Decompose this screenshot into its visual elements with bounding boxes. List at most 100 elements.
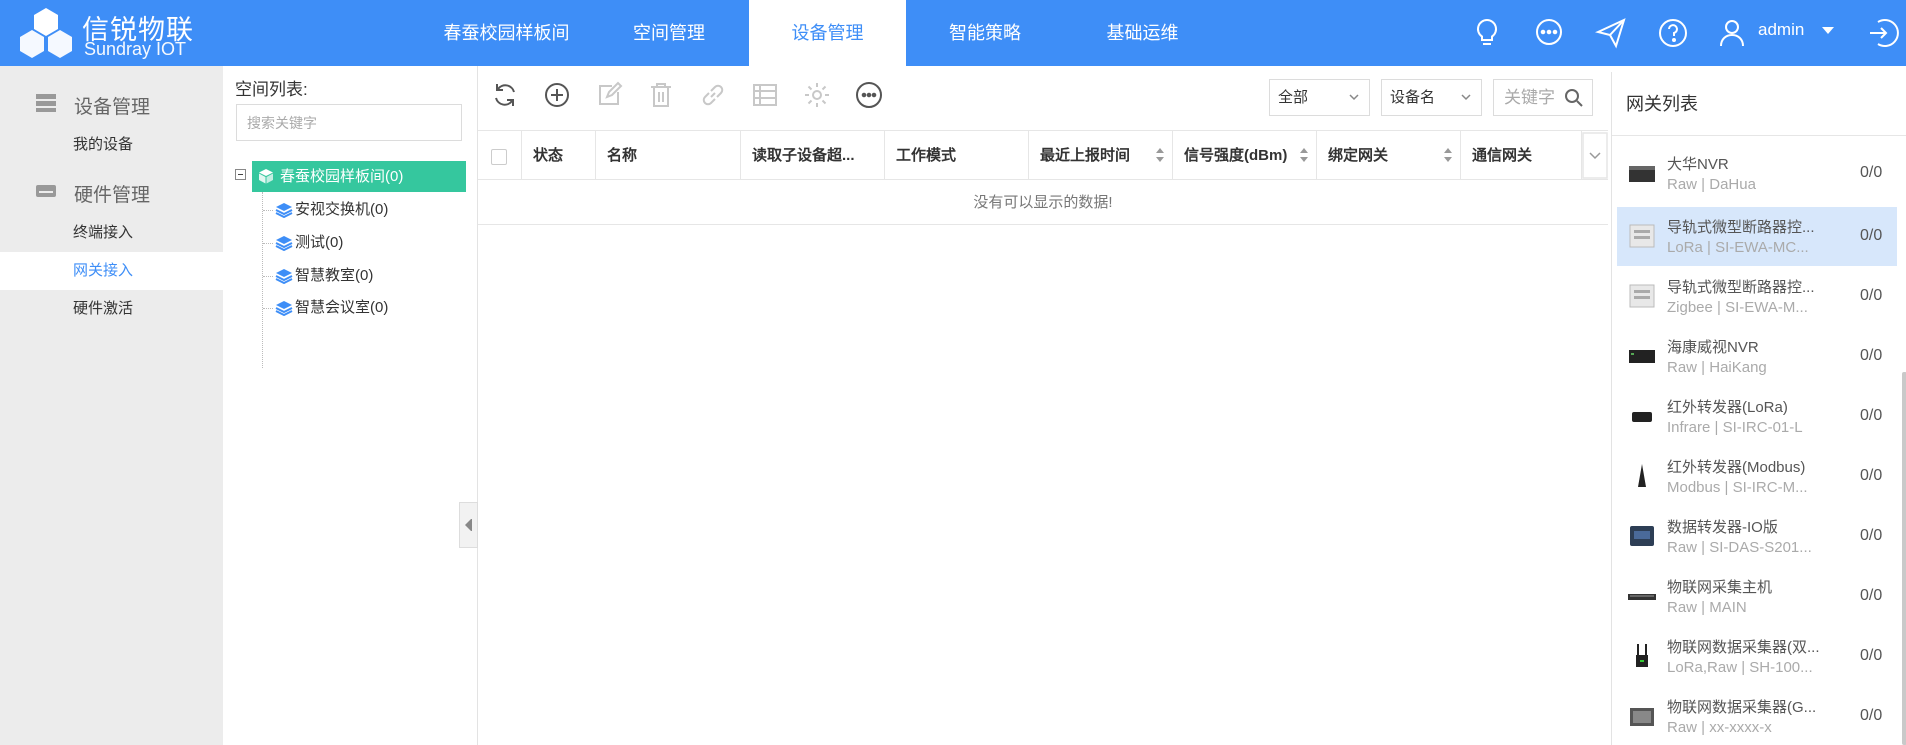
send-icon[interactable]: [1594, 16, 1628, 50]
gateway-name: 红外转发器(LoRa): [1667, 399, 1788, 416]
gateway-list-item[interactable]: 物联网数据采集器(G... Raw | xx-xxxx-x 0/0: [1617, 687, 1897, 745]
gateway-count: 0/0: [1860, 647, 1883, 664]
settings-gear-icon[interactable]: [802, 80, 832, 110]
column-header-bound-gateway[interactable]: 绑定网关: [1317, 131, 1461, 180]
sort-icon: [1300, 148, 1308, 162]
tree-node-child[interactable]: 安视交换机(0): [263, 196, 388, 224]
gateway-subtitle: LoRa,Raw | SH-100...: [1667, 659, 1813, 676]
delete-icon[interactable]: [646, 80, 676, 110]
search-icon[interactable]: [1564, 88, 1584, 108]
nav-tab-smart-strategy[interactable]: 智能策略: [906, 0, 1064, 66]
nav-tab-device-management[interactable]: 设备管理: [749, 0, 906, 66]
column-header-signal[interactable]: 信号强度(dBm): [1173, 131, 1317, 180]
gateway-subtitle: Raw | MAIN: [1667, 599, 1747, 616]
scope-filter-select[interactable]: 全部: [1269, 79, 1370, 116]
nvr-device-icon: [1629, 166, 1655, 182]
refresh-icon[interactable]: [490, 80, 520, 110]
column-header-name[interactable]: 名称: [596, 131, 741, 180]
chat-icon[interactable]: [1532, 16, 1566, 50]
gateway-name: 红外转发器(Modbus): [1667, 459, 1806, 476]
gateway-name: 物联网采集主机: [1667, 579, 1773, 596]
hexagon-logo-icon: [20, 8, 72, 58]
space-search-input[interactable]: [236, 104, 462, 141]
user-icon[interactable]: [1718, 16, 1746, 50]
gateway-list-item[interactable]: 海康威视NVR Raw | HaiKang 0/0: [1617, 327, 1897, 386]
data-collector-icon: [1636, 644, 1648, 667]
gateway-list-item[interactable]: 大华NVR Raw | DaHua 0/0: [1617, 144, 1897, 203]
field-filter-value: 设备名: [1390, 89, 1436, 106]
sidebar-group-label: 设备管理: [74, 97, 151, 118]
gateway-name: 导轨式微型断路器控...: [1667, 219, 1815, 236]
gateway-list-item[interactable]: 物联网数据采集器(双... LoRa,Raw | SH-100... 0/0: [1617, 627, 1897, 686]
nvr-device-icon: [1629, 350, 1655, 363]
gateway-name: 导轨式微型断路器控...: [1667, 279, 1815, 296]
left-sidebar: 设备管理 我的设备 硬件管理 终端接入 网关接入 硬件激活: [0, 66, 223, 745]
device-main-panel: 全部 设备名 状态 名称 读取子设备超... 工作模式 最近上报时间 信号强度(…: [478, 66, 1611, 745]
gateway-count: 0/0: [1860, 347, 1883, 364]
nav-tab-basic-ops[interactable]: 基础运维: [1064, 0, 1221, 66]
bulb-icon[interactable]: [1470, 16, 1504, 50]
column-header-status[interactable]: 状态: [522, 131, 596, 180]
logout-icon[interactable]: [1866, 16, 1900, 50]
column-header-work-mode[interactable]: 工作模式: [885, 131, 1029, 180]
link-icon[interactable]: [698, 80, 728, 110]
column-header-last-report[interactable]: 最近上报时间: [1029, 131, 1173, 180]
nav-tab-space-management[interactable]: 空间管理: [589, 0, 749, 66]
column-menu-chevron-icon[interactable]: [1582, 131, 1608, 180]
gateway-name: 数据转发器-IO版: [1667, 519, 1778, 536]
sidebar-group-hardware-management[interactable]: 硬件管理: [0, 172, 223, 212]
gateway-list-item[interactable]: 红外转发器(Modbus) Modbus | SI-IRC-M... 0/0: [1617, 447, 1897, 506]
panel-collapse-handle[interactable]: [459, 502, 478, 548]
sidebar-item-gateway-access[interactable]: 网关接入: [0, 252, 223, 290]
list-detail-icon[interactable]: [750, 80, 780, 110]
space-list-title: 空间列表:: [235, 80, 308, 99]
gateway-count: 0/0: [1860, 227, 1883, 244]
gateway-list-item[interactable]: 导轨式微型断路器控... Zigbee | SI-EWA-M... 0/0: [1617, 267, 1897, 326]
brand-logo[interactable]: 信锐物联 Sundray IOT: [20, 6, 200, 60]
gateway-count: 0/0: [1860, 467, 1883, 484]
tree-node-label: 智慧会议室(0): [295, 299, 389, 316]
sidebar-group-device-management[interactable]: 设备管理: [0, 84, 223, 124]
column-header-comm-gateway[interactable]: 通信网关: [1461, 131, 1582, 180]
sidebar-item-hardware-activation[interactable]: 硬件激活: [0, 290, 223, 328]
gateway-list-item[interactable]: 导轨式微型断路器控... LoRa | SI-EWA-MC... 0/0: [1617, 207, 1897, 266]
column-header-label: 信号强度(dBm): [1184, 147, 1288, 164]
hardware-icon: [36, 185, 56, 197]
column-header-label: 最近上报时间: [1040, 147, 1131, 164]
add-icon[interactable]: [542, 80, 572, 110]
sidebar-item-my-devices[interactable]: 我的设备: [0, 126, 223, 164]
gateway-list-item[interactable]: 红外转发器(LoRa) Infrare | SI-IRC-01-L 0/0: [1617, 387, 1897, 446]
column-header-read-timeout[interactable]: 读取子设备超...: [741, 131, 885, 180]
space-list-panel: 空间列表: 春蚕校园样板间(0) 安视交换机(0) 测试(0) 智慧教室(0) …: [223, 66, 478, 745]
tree-node-child[interactable]: 智慧教室(0): [263, 262, 373, 290]
gateway-list-panel: 网关列表 大华NVR Raw | DaHua 0/0 导轨式微型断路器控... …: [1611, 72, 1906, 745]
top-header: 信锐物联 Sundray IOT 春蚕校园样板间 空间管理 设备管理 智能策略 …: [0, 0, 1906, 66]
gateway-subtitle: LoRa | SI-EWA-MC...: [1667, 239, 1809, 256]
tree-node-child[interactable]: 智慧会议室(0): [263, 294, 388, 322]
gateway-subtitle: Zigbee | SI-EWA-M...: [1667, 299, 1808, 316]
gateway-list-item[interactable]: 数据转发器-IO版 Raw | SI-DAS-S201... 0/0: [1617, 507, 1897, 566]
gateway-subtitle: Raw | DaHua: [1667, 176, 1756, 193]
username[interactable]: admin: [1758, 20, 1804, 40]
sidebar-item-terminal-access[interactable]: 终端接入: [0, 214, 223, 252]
tree-collapse-toggle[interactable]: [235, 169, 246, 180]
tree-node-root[interactable]: 春蚕校园样板间(0): [252, 161, 466, 192]
help-icon[interactable]: [1656, 16, 1690, 50]
edit-icon[interactable]: [594, 80, 624, 110]
gateway-list-title: 网关列表: [1612, 72, 1906, 136]
more-icon[interactable]: [854, 80, 884, 110]
scope-filter-value: 全部: [1278, 89, 1309, 106]
field-filter-select[interactable]: 设备名: [1381, 79, 1482, 116]
nav-tab-campus[interactable]: 春蚕校园样板间: [424, 0, 589, 66]
select-all-checkbox[interactable]: [491, 149, 507, 165]
empty-state-message: 没有可以显示的数据!: [478, 180, 1608, 225]
ir-transmitter-icon: [1632, 412, 1652, 422]
cube-icon: [259, 169, 273, 184]
user-menu-caret-icon[interactable]: [1822, 27, 1834, 34]
tree-node-child[interactable]: 测试(0): [263, 229, 343, 257]
gateway-subtitle: Infrare | SI-IRC-01-L: [1667, 419, 1803, 436]
gateway-name: 大华NVR: [1667, 156, 1729, 173]
gateway-list-scrollbar[interactable]: [1902, 372, 1906, 745]
gateway-list-item[interactable]: 物联网采集主机 Raw | MAIN 0/0: [1617, 567, 1897, 626]
gateway-count: 0/0: [1860, 164, 1883, 181]
